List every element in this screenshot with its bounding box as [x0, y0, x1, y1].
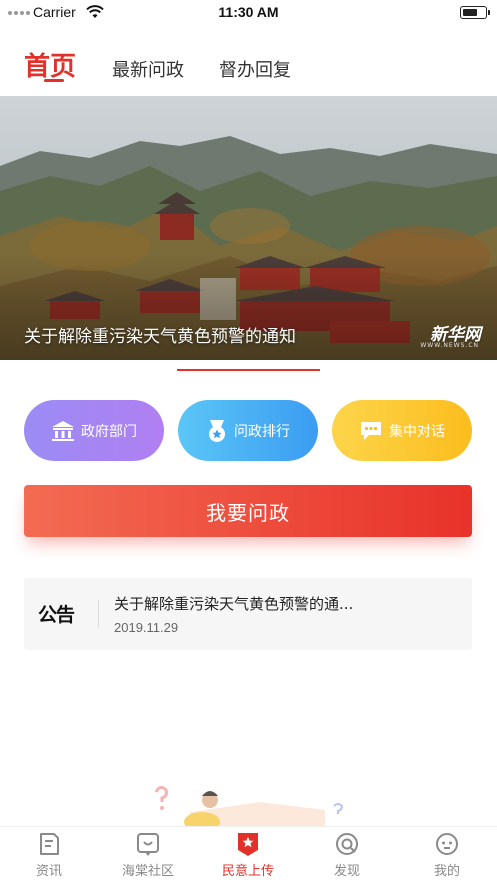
government-departments-label: 政府部门 [81, 423, 137, 440]
tab-home[interactable]: 首页 [24, 46, 76, 83]
tab-latest-inquiries[interactable]: 最新问政 [112, 56, 184, 82]
submit-inquiry-button[interactable]: 我要问政 [24, 485, 472, 537]
bottom-tab-bar: 资讯 海棠社区 民意上传 发现 我的 [0, 826, 497, 883]
tabbar-label-news: 资讯 [35, 864, 62, 879]
inquiry-ranking-label: 问政排行 [234, 423, 290, 440]
tabbar-item-community[interactable]: 海棠社区 [108, 831, 188, 883]
notice-divider [98, 600, 99, 628]
news-document-icon [9, 831, 89, 857]
notice-date: 2019.11.29 [114, 620, 179, 635]
upload-star-icon [208, 831, 288, 857]
inquiry-ranking-button[interactable]: 问政排行 [178, 400, 318, 461]
government-building-icon [51, 420, 75, 442]
status-bar: Carrier 11:30 AM [0, 0, 497, 26]
banner-photo [0, 96, 497, 360]
notice-card[interactable]: 公告 关于解除重污染天气黄色预警的通... 2019.11.29 [24, 578, 472, 650]
tab-supervision-replies[interactable]: 督办回复 [219, 56, 291, 82]
empty-state-illustration [150, 782, 350, 828]
tabbar-item-news[interactable]: 资讯 [9, 831, 89, 883]
active-tab-indicator [44, 79, 64, 82]
profile-face-icon [407, 831, 487, 857]
banner-watermark-url: WWW.NEWS.CN [420, 342, 479, 349]
medal-star-icon [206, 419, 228, 443]
clock: 11:30 AM [218, 4, 279, 20]
government-departments-button[interactable]: 政府部门 [24, 400, 164, 461]
tabbar-label-profile: 我的 [433, 864, 460, 879]
discover-compass-icon [307, 831, 387, 857]
tabbar-item-profile[interactable]: 我的 [407, 831, 487, 883]
focused-dialogue-button[interactable]: 集中对话 [332, 400, 472, 461]
top-tabs: 首页 最新问政 督办回复 [0, 44, 497, 92]
notice-title: 关于解除重污染天气黄色预警的通... [114, 595, 354, 613]
focused-dialogue-label: 集中对话 [389, 423, 445, 440]
tabbar-label-community: 海棠社区 [121, 864, 174, 879]
tabbar-label-upload: 民意上传 [221, 864, 274, 879]
tabbar-item-discover[interactable]: 发现 [307, 831, 387, 883]
battery-icon [460, 6, 490, 19]
carousel-pager-active [177, 369, 320, 371]
battery-fill [462, 8, 478, 16]
tabbar-label-discover: 发现 [333, 864, 360, 879]
carousel-pager [177, 369, 320, 371]
chat-bubble-icon [359, 420, 383, 442]
notice-badge: 公告 [38, 604, 75, 626]
banner-caption: 关于解除重污染天气黄色预警的通知 [24, 327, 296, 347]
banner-carousel[interactable]: 关于解除重污染天气黄色预警的通知 新华网 WWW.NEWS.CN [0, 96, 497, 360]
community-chat-icon [108, 831, 188, 857]
tabbar-item-upload[interactable]: 民意上传 [208, 831, 288, 883]
